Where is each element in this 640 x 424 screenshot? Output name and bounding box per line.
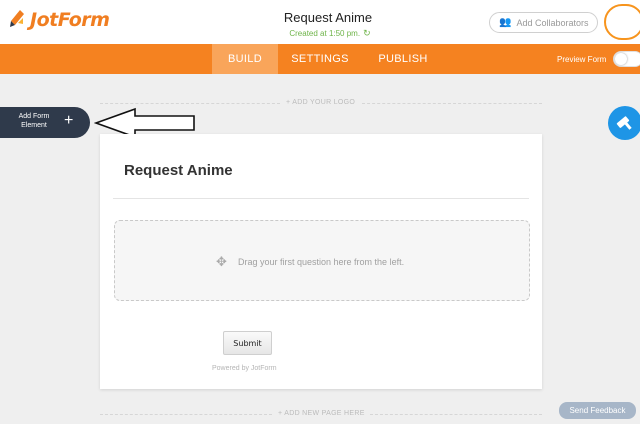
preview-form-label: Preview Form [557,55,607,64]
form-card: Request Anime ✥ Drag your first question… [100,134,542,389]
tab-settings[interactable]: SETTINGS [286,44,354,74]
paint-roller-icon [616,116,632,130]
main-nav: BUILD SETTINGS PUBLISH Preview Form [0,44,640,74]
add-form-element-button[interactable]: Add Form Element + [0,107,90,138]
add-logo-link[interactable]: + ADD YOUR LOGO [286,99,355,106]
logo-divider-right [362,103,542,104]
send-feedback-button[interactable]: Send Feedback [559,402,636,419]
plus-icon: + [64,112,74,129]
powered-by-text: Powered by JotForm [212,365,277,372]
page-divider-left [100,414,272,415]
add-form-element-label: Add Form Element [18,113,50,129]
question-drop-zone[interactable]: ✥ Drag your first question here from the… [114,220,530,301]
page-divider-right [370,414,542,415]
people-icon: 👥 [499,17,512,28]
tab-build[interactable]: BUILD [212,44,278,74]
created-text: Created at 1:50 pm. [289,29,361,38]
tab-publish[interactable]: PUBLISH [372,44,434,74]
logo-divider-left [100,103,280,104]
user-avatar-button[interactable] [604,4,640,40]
move-icon: ✥ [216,254,227,269]
preview-form-toggle[interactable] [613,51,640,67]
form-heading-divider [113,198,529,199]
drop-zone-text: Drag your first question here from the l… [238,257,405,267]
toggle-knob [615,53,627,65]
top-bar: JotForm Request Anime Created at 1:50 pm… [0,0,640,44]
add-collaborators-label: Add Collaborators [516,17,589,28]
submit-button[interactable]: Submit [223,331,272,355]
add-new-page-link[interactable]: + ADD NEW PAGE HERE [278,410,365,417]
form-heading[interactable]: Request Anime [124,162,233,179]
refresh-icon: ↻ [363,28,371,38]
add-collaborators-button[interactable]: 👥 Add Collaborators [489,12,598,33]
form-designer-button[interactable] [608,106,640,140]
